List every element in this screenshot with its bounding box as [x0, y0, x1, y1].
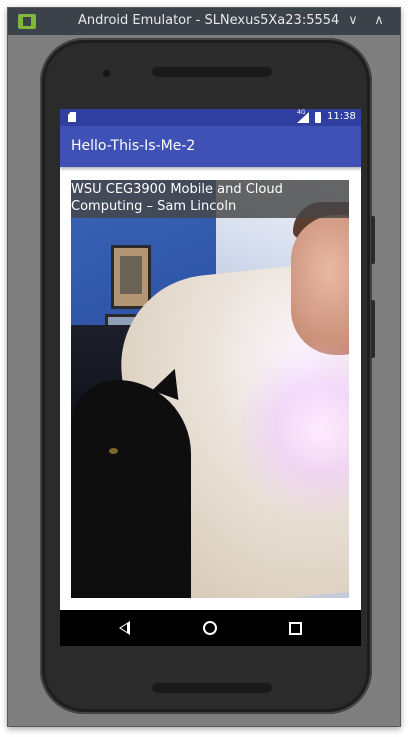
wall-picture [111, 245, 151, 309]
network-type-label: 4G [297, 109, 306, 116]
front-camera [103, 70, 110, 77]
device-screen: 4G 11:38 Hello-This-Is-Me-2 WSU CEG3900 … [60, 109, 361, 646]
window-title: Android Emulator - SLNexus5Xa23:5554 [78, 13, 340, 28]
sd-card-icon [68, 112, 76, 122]
navigation-bar [60, 610, 361, 646]
maximize-button[interactable]: ∧ [368, 10, 390, 32]
home-icon[interactable] [203, 621, 217, 635]
back-icon[interactable] [119, 621, 130, 635]
top-speaker [152, 67, 272, 77]
power-button[interactable] [371, 300, 375, 358]
window-titlebar[interactable]: Android Emulator - SLNexus5Xa23:5554 ∨ ∧ [8, 8, 400, 35]
emulator-window: Android Emulator - SLNexus5Xa23:5554 ∨ ∧… [7, 7, 401, 727]
minimize-button[interactable]: ∨ [342, 10, 364, 32]
profile-photo: WSU CEG3900 Mobile and Cloud Computing –… [71, 180, 349, 598]
android-emulator-icon [18, 14, 36, 29]
status-time: 11:38 [327, 111, 356, 122]
status-bar: 4G 11:38 [60, 109, 361, 126]
volume-button[interactable] [371, 216, 375, 264]
photo-caption: WSU CEG3900 Mobile and Cloud Computing –… [71, 180, 349, 218]
battery-icon [315, 112, 321, 123]
recents-icon[interactable] [289, 622, 302, 635]
app-bar: Hello-This-Is-Me-2 [60, 126, 361, 167]
cat [71, 380, 191, 598]
app-title: Hello-This-Is-Me-2 [71, 138, 196, 154]
bottom-speaker [152, 683, 272, 693]
